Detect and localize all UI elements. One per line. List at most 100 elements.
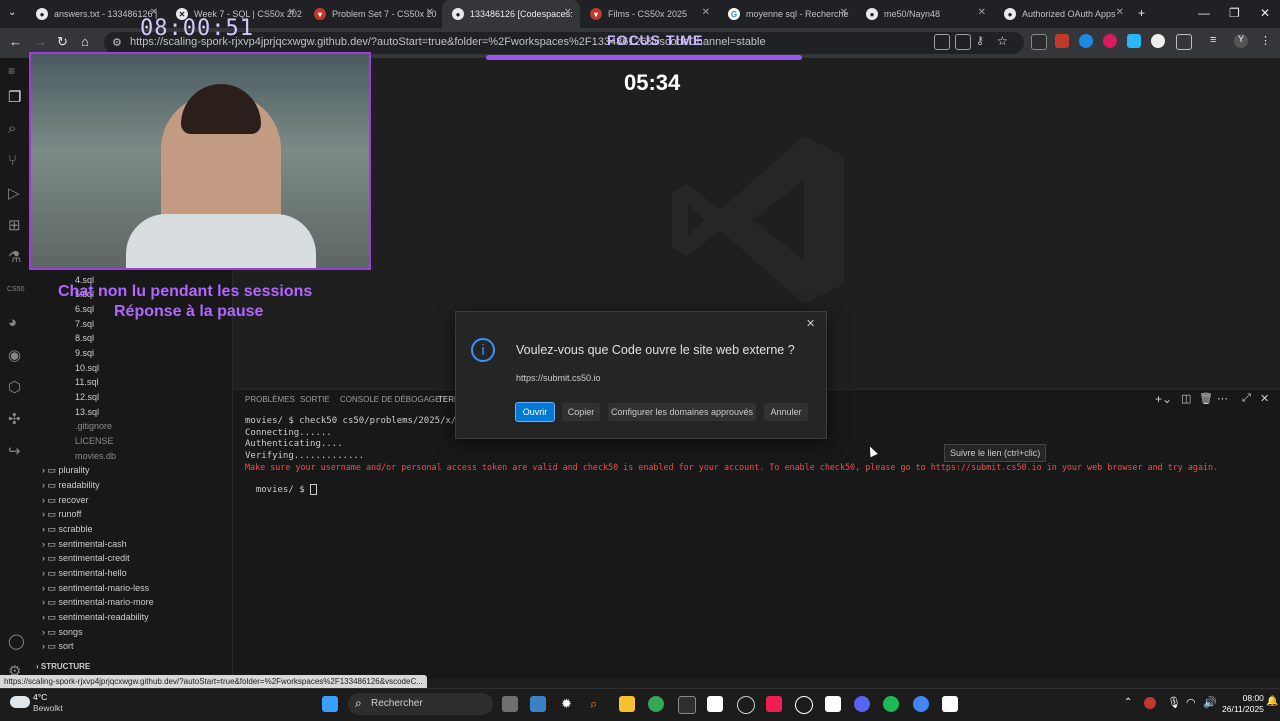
browser-tab[interactable]: ● Authorized OAuth Apps ✕	[994, 0, 1132, 28]
terminal-prompt[interactable]: movies/ $	[245, 474, 318, 495]
extension-icon[interactable]	[1103, 34, 1117, 48]
split-terminal-icon[interactable]: ◫	[1181, 392, 1191, 405]
store-icon[interactable]	[678, 696, 696, 714]
browser-menu-icon[interactable]: ⋮	[1260, 34, 1274, 48]
github-icon[interactable]: ◉	[8, 346, 21, 364]
folder-item[interactable]: › ▭ sentimental-cash	[42, 539, 127, 550]
browser-tab-active[interactable]: ● 133486126 [Codespaces: ✕	[442, 0, 580, 28]
spotify-icon[interactable]	[883, 696, 899, 712]
run-debug-icon[interactable]: ▷	[8, 184, 20, 202]
cs50-label[interactable]: CS50	[7, 286, 25, 293]
close-icon[interactable]: ✕	[702, 7, 710, 18]
reload-button[interactable]: ↻	[57, 34, 68, 50]
new-terminal-icon[interactable]: +⌄	[1155, 392, 1172, 406]
remote-explorer-icon[interactable]: ⬡	[8, 378, 21, 396]
cancel-button[interactable]: Annuler	[764, 403, 808, 421]
folder-item[interactable]: › ▭ sentimental-readability	[42, 612, 149, 623]
folder-item[interactable]: › ▭ runoff	[42, 509, 81, 520]
app-icon[interactable]	[530, 696, 546, 712]
folder-item[interactable]: › ▭ recover	[42, 495, 89, 506]
folder-item[interactable]: › ▭ readability	[42, 480, 100, 491]
testing-icon[interactable]: ⚗	[8, 248, 21, 266]
browser-tab[interactable]: ▾ Films - CS50x 2025 ✕	[580, 0, 718, 28]
file-item[interactable]: movies.db	[75, 451, 116, 461]
close-icon[interactable]: ✕	[978, 7, 986, 18]
browser-tab[interactable]: G moyenne sql - Recherche ✕	[718, 0, 856, 28]
discord-icon[interactable]	[854, 696, 870, 712]
wifi-icon[interactable]: ◠	[1186, 696, 1196, 709]
search-icon[interactable]: ⌕	[8, 120, 16, 137]
back-button[interactable]: ←	[9, 34, 22, 49]
microphone-icon[interactable]: 🎙	[1167, 696, 1181, 709]
tab-debug-console[interactable]: CONSOLE DE DÉBOGAGE	[340, 395, 440, 404]
chatgpt-icon[interactable]	[795, 696, 813, 714]
chrome-active-icon[interactable]	[913, 696, 929, 712]
profile-avatar[interactable]: Y	[1234, 34, 1248, 48]
extension-icon[interactable]	[1031, 34, 1047, 50]
tab-output[interactable]: SORTIE	[300, 395, 330, 404]
close-icon[interactable]: ✕	[288, 7, 296, 18]
bookmark-star-icon[interactable]: ☆	[997, 34, 1011, 48]
taskbar-clock[interactable]: 08:00 26/11/2025	[1222, 693, 1264, 715]
password-key-icon[interactable]: ⚷	[976, 34, 990, 48]
home-icon[interactable]: ⌂	[81, 34, 89, 49]
file-item[interactable]: LICENSE	[75, 436, 114, 446]
site-info-icon[interactable]: ⚙	[112, 36, 122, 49]
search-app-icon[interactable]: ⌕	[590, 696, 606, 712]
install-app-icon[interactable]	[934, 34, 950, 50]
file-explorer-icon[interactable]	[619, 696, 635, 712]
folder-item[interactable]: › ▭ plurality	[42, 465, 90, 476]
structure-section-header[interactable]: › STRUCTURE	[36, 662, 90, 671]
close-window-button[interactable]: ✕	[1260, 6, 1270, 20]
more-actions-icon[interactable]: ⋯	[1217, 392, 1228, 405]
file-item[interactable]: 10.sql	[75, 363, 99, 373]
tab-problems[interactable]: PROBLÈMES	[245, 395, 295, 404]
capcut-icon[interactable]	[707, 696, 723, 712]
start-windows-icon[interactable]	[322, 696, 338, 712]
obs-icon[interactable]	[737, 696, 755, 714]
extension-icon[interactable]	[1079, 34, 1093, 48]
volume-icon[interactable]: 🔊	[1203, 696, 1217, 709]
ducky-icon[interactable]: ◕	[8, 314, 17, 331]
tray-chevron-up-icon[interactable]: ⌃	[1124, 697, 1132, 708]
weather-icon[interactable]	[10, 696, 30, 708]
close-icon[interactable]: ✕	[564, 7, 572, 18]
weather-temp[interactable]: 4°C	[33, 692, 47, 702]
chrome-icon[interactable]	[648, 696, 664, 712]
tab-search-icon[interactable]: ⌄	[8, 7, 16, 18]
extension-icon[interactable]	[1151, 34, 1165, 48]
notion-icon[interactable]	[825, 696, 841, 712]
folder-item[interactable]: › ▭ songs	[42, 627, 83, 638]
extension-icon[interactable]	[1055, 34, 1069, 48]
configure-domains-button[interactable]: Configurer les domaines approuvés	[608, 403, 756, 421]
source-control-icon[interactable]: ⑂	[8, 152, 17, 169]
browser-tab[interactable]: ● me50/Nayn48 ✕	[856, 0, 994, 28]
python-icon[interactable]: ✣	[8, 410, 21, 428]
file-item[interactable]: 13.sql	[75, 407, 99, 417]
maximize-panel-icon[interactable]: ⤢	[1242, 392, 1251, 405]
account-icon[interactable]: ◯	[8, 632, 25, 650]
extensions-icon[interactable]: ⊞	[8, 216, 21, 234]
notification-bell-icon[interactable]: 🔔	[1266, 696, 1278, 707]
folder-item[interactable]: › ▭ scrabble	[42, 524, 93, 535]
forward-button[interactable]: →	[34, 34, 47, 49]
file-item[interactable]: 9.sql	[75, 348, 94, 358]
close-icon[interactable]: ✕	[806, 317, 815, 330]
folder-item[interactable]: › ▭ sentimental-hello	[42, 568, 127, 579]
extensions-puzzle-icon[interactable]	[1176, 34, 1192, 50]
close-icon[interactable]: ✕	[1116, 7, 1124, 18]
new-tab-button[interactable]: +	[1138, 6, 1145, 20]
reading-list-icon[interactable]: ≡	[1210, 34, 1224, 48]
menu-icon[interactable]: ≡	[8, 64, 15, 78]
file-item[interactable]: 7.sql	[75, 319, 94, 329]
live-share-icon[interactable]: ↪	[8, 442, 21, 460]
cast-icon[interactable]	[955, 34, 971, 50]
open-button[interactable]: Ouvrir	[515, 402, 555, 422]
file-item[interactable]: .gitignore	[75, 421, 112, 431]
file-item[interactable]: 6.sql	[75, 304, 94, 314]
copy-button[interactable]: Copier	[562, 403, 600, 421]
folder-item[interactable]: › ▭ sort	[42, 641, 74, 652]
folder-item[interactable]: › ▭ sentimental-mario-less	[42, 583, 149, 594]
explorer-icon[interactable]: ❐	[8, 88, 21, 106]
file-item[interactable]: 12.sql	[75, 392, 99, 402]
